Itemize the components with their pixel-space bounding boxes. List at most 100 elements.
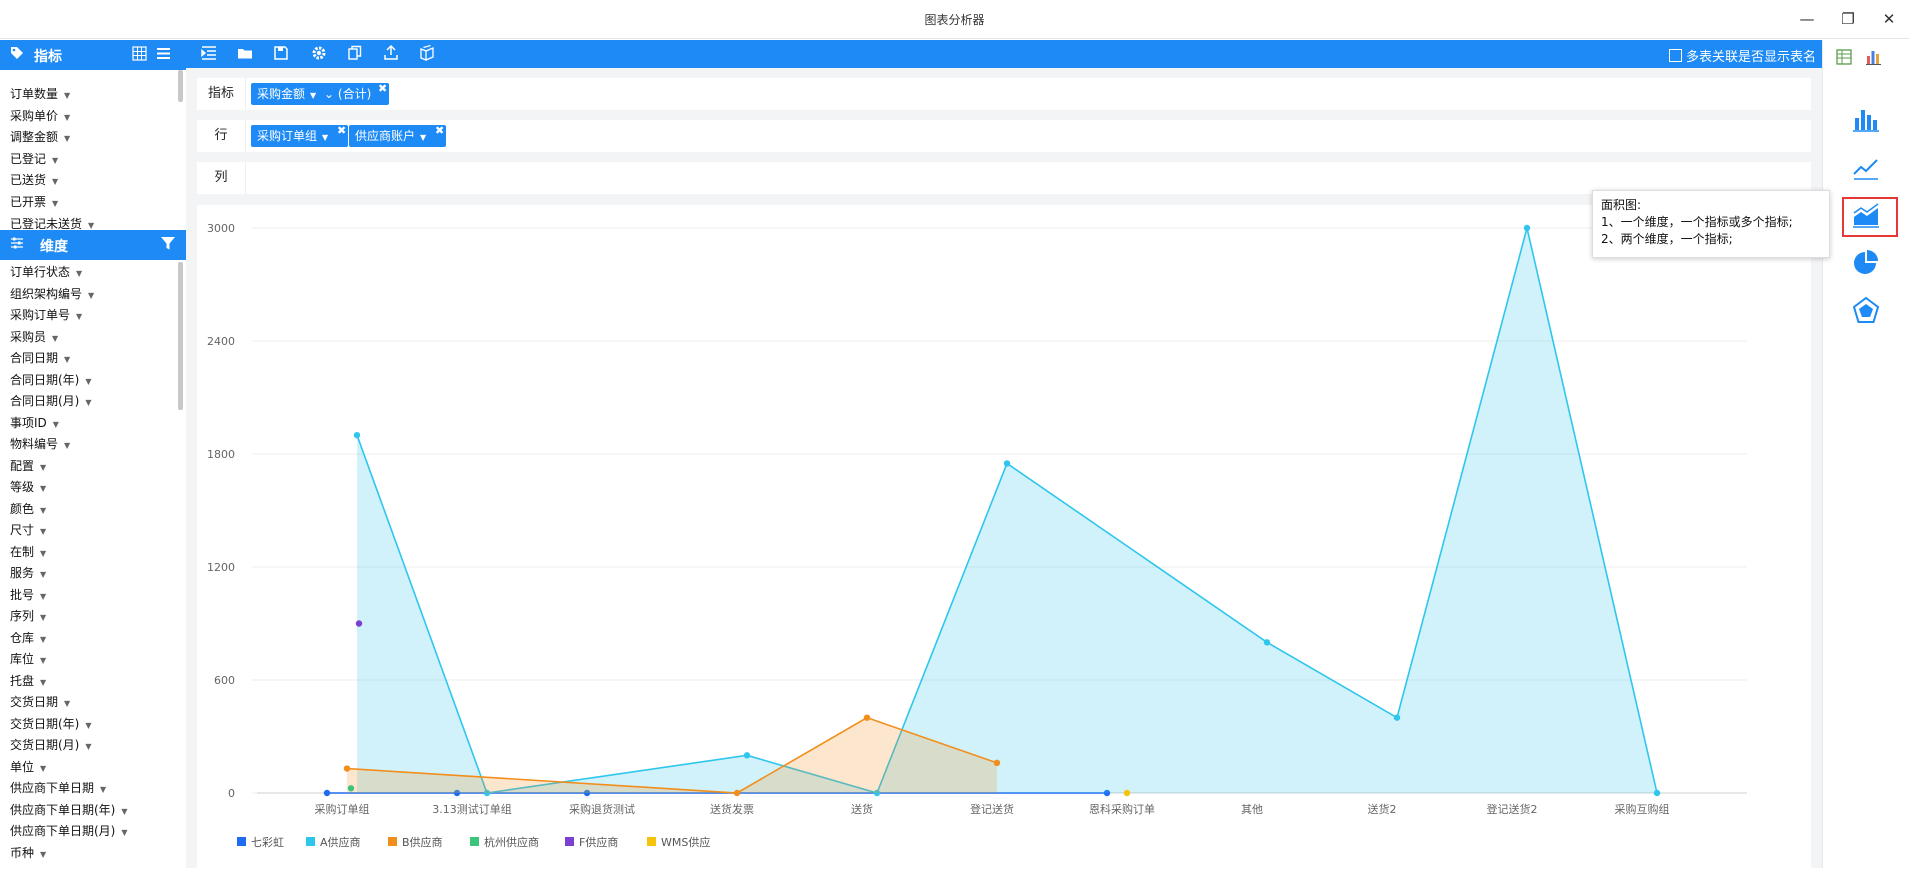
metrics-scrollbar[interactable] bbox=[178, 70, 183, 102]
row-pill[interactable]: 供应商账户 ▼ ✖ bbox=[349, 124, 447, 147]
dimension-field[interactable]: 币种 ▼ bbox=[10, 844, 46, 862]
column-drop-row[interactable]: 列 bbox=[197, 162, 1811, 194]
data-point bbox=[1523, 224, 1531, 232]
metric-field[interactable]: 采购单价 ▼ bbox=[10, 107, 70, 125]
field-panel: 指标 订单数量 ▼ 采购单价 ▼ 调整金额 ▼ 已登记 ▼ 已送货 ▼ 已开票 ▼ 已登记未送货 ▼ 维度… bbox=[0, 40, 186, 868]
layers-icon[interactable] bbox=[418, 44, 436, 63]
dimension-field[interactable]: 组织架构编号 ▼ bbox=[10, 285, 94, 303]
line-chart-icon[interactable] bbox=[1851, 152, 1881, 182]
dimension-field[interactable]: 订单行状态 ▼ bbox=[10, 263, 82, 281]
dimension-field[interactable]: 托盘 ▼ bbox=[10, 672, 46, 690]
remove-icon[interactable]: ✖ bbox=[378, 78, 387, 100]
caret-down-icon: ▼ bbox=[310, 91, 317, 100]
x-tick-label: 采购订单组 bbox=[315, 802, 370, 816]
close-button[interactable]: ✕ bbox=[1878, 8, 1900, 30]
dimension-field[interactable]: 配置 ▼ bbox=[10, 457, 46, 475]
dimension-field-label: 物料编号 bbox=[10, 437, 59, 451]
chart-view-icon[interactable] bbox=[1865, 48, 1895, 78]
dimension-field[interactable]: 服务 ▼ bbox=[10, 564, 46, 582]
dimension-field[interactable]: 供应商下单日期(月) ▼ bbox=[10, 822, 128, 840]
chevron-down-icon[interactable]: ⌄ bbox=[324, 87, 334, 101]
dimension-field[interactable]: 单位 ▼ bbox=[10, 758, 46, 776]
dimension-field[interactable]: 合同日期 ▼ bbox=[10, 349, 70, 367]
minimize-button[interactable]: — bbox=[1796, 8, 1818, 30]
dimension-field[interactable]: 采购员 ▼ bbox=[10, 328, 58, 346]
metrics-title: 指标 bbox=[34, 49, 62, 65]
upload-icon[interactable] bbox=[382, 44, 400, 63]
table-view-icon[interactable] bbox=[1835, 48, 1865, 78]
grid-view-icon[interactable] bbox=[132, 46, 147, 65]
filter-icon[interactable] bbox=[160, 236, 176, 255]
remove-icon[interactable]: ✖ bbox=[337, 120, 346, 142]
legend-label: F供应商 bbox=[579, 835, 618, 849]
save-icon[interactable] bbox=[272, 45, 290, 63]
dimension-field-label: 交货日期(月) bbox=[10, 738, 80, 752]
dimension-field[interactable]: 序列 ▼ bbox=[10, 607, 46, 625]
copy-icon[interactable] bbox=[346, 45, 364, 63]
dimension-field[interactable]: 供应商下单日期(年) ▼ bbox=[10, 801, 128, 819]
dimension-field[interactable]: 仓库 ▼ bbox=[10, 629, 46, 647]
radar-chart-icon[interactable] bbox=[1851, 296, 1881, 326]
dimension-field[interactable]: 交货日期(月) ▼ bbox=[10, 736, 92, 754]
legend-swatch bbox=[306, 837, 315, 846]
settings-gear-icon[interactable] bbox=[310, 45, 328, 63]
row-pill[interactable]: 采购订单组 ▼ ✖ bbox=[251, 124, 349, 147]
remove-icon[interactable]: ✖ bbox=[435, 120, 444, 142]
dimension-field[interactable]: 交货日期(年) ▼ bbox=[10, 715, 92, 733]
bar-chart-icon[interactable] bbox=[1851, 104, 1881, 134]
x-tick-label: 登记送货 bbox=[970, 802, 1014, 816]
data-point bbox=[743, 752, 751, 759]
metric-field-label: 采购单价 bbox=[10, 108, 59, 123]
dimension-field[interactable]: 合同日期(月) ▼ bbox=[10, 392, 92, 410]
show-table-names-checkbox[interactable] bbox=[1668, 49, 1682, 62]
dimension-field-label: 颜色 bbox=[10, 501, 35, 516]
column-row-label: 列 bbox=[197, 162, 246, 194]
show-table-names-option[interactable]: 多表关联是否显示表名 bbox=[1668, 46, 1816, 65]
pie-chart-icon[interactable] bbox=[1851, 248, 1881, 278]
row-drop-row[interactable]: 行 采购订单组 ▼ ✖ 供应商账户 ▼ ✖ bbox=[197, 120, 1811, 152]
metric-field-label: 已登记未送货 bbox=[10, 216, 83, 231]
list-view-icon[interactable] bbox=[156, 46, 171, 65]
metric-field[interactable]: 已开票 ▼ bbox=[10, 193, 58, 211]
dimension-field[interactable]: 物料编号 ▼ bbox=[10, 435, 70, 453]
dimension-field[interactable]: 合同日期(年) ▼ bbox=[10, 371, 92, 389]
metric-pill[interactable]: 采购金额 ▼ ⌄ (合计) ✖ bbox=[251, 82, 390, 105]
data-point bbox=[1003, 460, 1011, 467]
metric-drop-row[interactable]: 指标 采购金额 ▼ ⌄ (合计) ✖ bbox=[197, 78, 1811, 110]
dimension-field-label: 供应商下单日期 bbox=[10, 781, 95, 795]
dimension-field[interactable]: 库位 ▼ bbox=[10, 650, 46, 668]
chart-type-panel bbox=[1822, 40, 1909, 868]
caret-down-icon: ▼ bbox=[64, 112, 71, 122]
dimension-field[interactable]: 等级 ▼ bbox=[10, 478, 46, 496]
open-folder-icon[interactable] bbox=[236, 45, 254, 63]
dimension-field-label: 序列 bbox=[10, 609, 35, 623]
dimension-field[interactable]: 颜色 ▼ bbox=[10, 500, 46, 518]
dimensions-scrollbar[interactable] bbox=[178, 262, 183, 410]
metric-field[interactable]: 订单数量 ▼ bbox=[10, 85, 70, 103]
dimension-field-label: 托盘 bbox=[10, 673, 35, 688]
dimension-field-label: 仓库 bbox=[10, 630, 35, 645]
dimension-field[interactable]: 采购订单号 ▼ bbox=[10, 306, 82, 324]
dimension-field[interactable]: 尺寸 ▼ bbox=[10, 521, 46, 539]
metric-field[interactable]: 已送货 ▼ bbox=[10, 171, 58, 189]
dimension-field[interactable]: 供应商下单日期 ▼ bbox=[10, 779, 106, 797]
dimension-field-label: 合同日期 bbox=[10, 351, 59, 365]
caret-down-icon: ▼ bbox=[52, 177, 59, 187]
metric-field[interactable]: 调整金额 ▼ bbox=[10, 128, 70, 146]
indent-icon[interactable] bbox=[200, 45, 218, 63]
dimension-field[interactable]: 事项ID ▼ bbox=[10, 414, 59, 432]
data-point bbox=[1263, 639, 1271, 646]
x-tick-label: 送货发票 bbox=[710, 802, 754, 816]
tooltip-line-1: 1、一个维度，一个指标或多个指标; bbox=[1601, 215, 1793, 229]
dimension-field-label: 尺寸 bbox=[10, 523, 35, 537]
selected-chart-type-highlight bbox=[1842, 197, 1898, 237]
dimension-field[interactable]: 交货日期 ▼ bbox=[10, 693, 70, 711]
restore-button[interactable]: ❐ bbox=[1837, 8, 1859, 30]
dimensions-header: 维度 bbox=[0, 230, 186, 260]
dimension-field[interactable]: 批号 ▼ bbox=[10, 586, 46, 604]
caret-down-icon: ▼ bbox=[40, 763, 47, 773]
dimension-field[interactable]: 在制 ▼ bbox=[10, 543, 46, 561]
metric-field[interactable]: 已登记 ▼ bbox=[10, 150, 58, 168]
caret-down-icon: ▼ bbox=[40, 570, 47, 579]
dimension-field-label: 订单行状态 bbox=[10, 265, 71, 279]
